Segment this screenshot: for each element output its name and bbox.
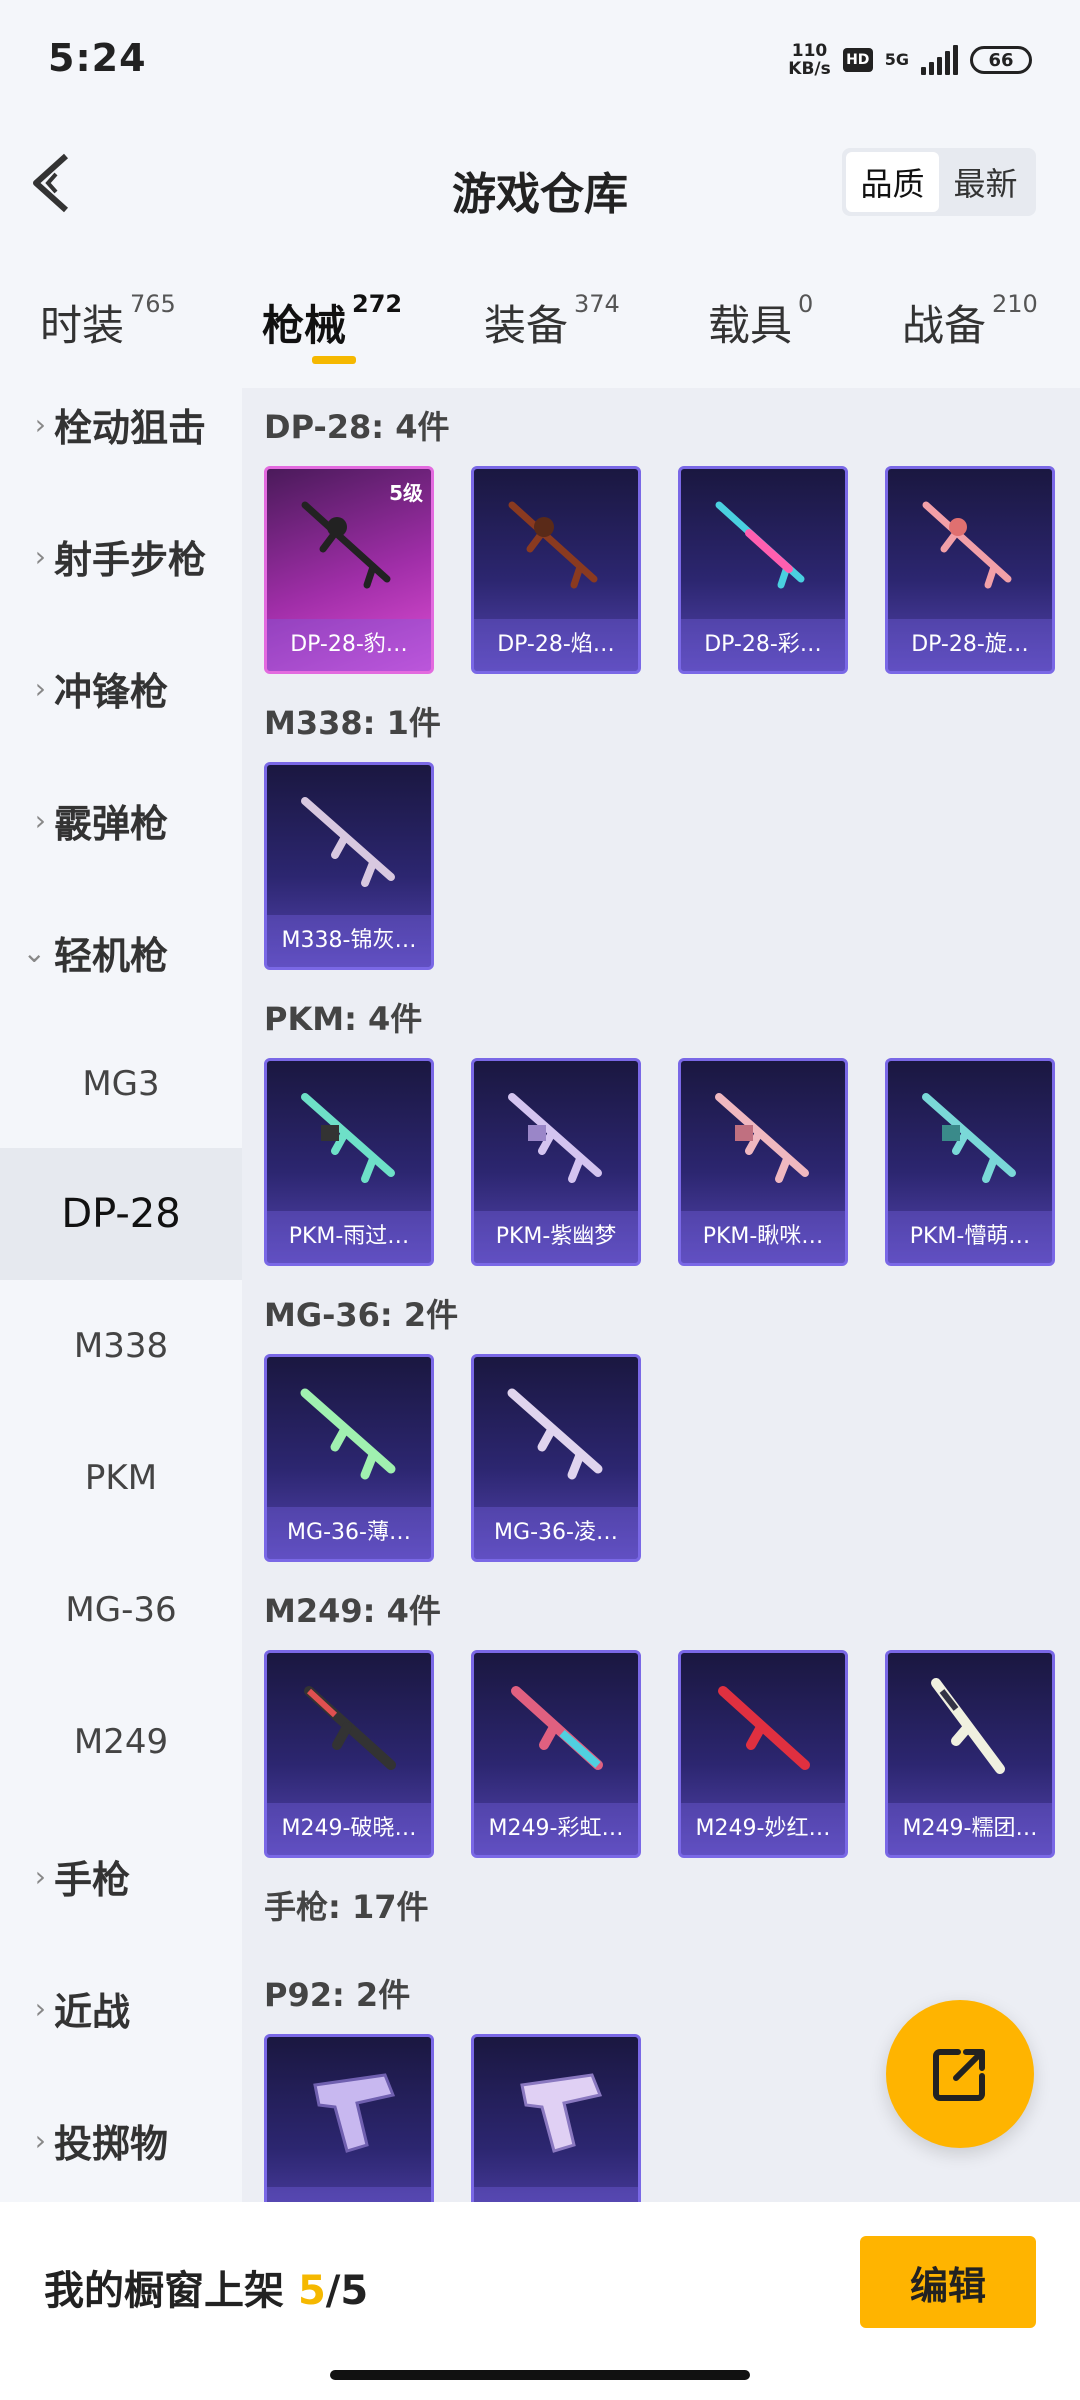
rifle-icon [931, 1678, 1005, 1774]
weapon-card[interactable] [264, 2034, 434, 2202]
network-type: 5G [884, 50, 909, 69]
chevron-right-icon: › [34, 407, 46, 441]
weapon-card[interactable]: MG-36-凌… [471, 1354, 641, 1562]
weapon-card[interactable]: MG-36-薄… [264, 1354, 434, 1562]
sidebar-subitem-m338[interactable]: M338 [0, 1280, 242, 1412]
level-badge: 5级 [389, 481, 423, 505]
rifle-icon [301, 1093, 395, 1183]
battery-icon: 66 [970, 46, 1032, 74]
network-speed: 110 KB/s [788, 41, 831, 79]
showcase-status: 我的橱窗上架 5/5 [44, 2268, 369, 2314]
hd-icon: HD [842, 48, 873, 72]
chevron-right-icon: › [34, 539, 46, 573]
weapon-card[interactable]: PKM-瞅咪… [678, 1058, 848, 1266]
sidebar-item-bolt-sniper[interactable]: › 栓动狙击 [0, 358, 242, 490]
chevron-right-icon: › [34, 1859, 46, 1893]
weapon-card[interactable] [471, 2034, 641, 2202]
sort-newest-button[interactable]: 最新 [939, 152, 1032, 212]
weapon-card[interactable]: 5级 DP-28-豹… [264, 466, 434, 674]
section-title: P92: 2件 [264, 1976, 411, 2014]
sidebar-item-lmg[interactable]: ⌄ 轻机枪 [0, 886, 242, 1018]
section-title: 手枪: 17件 [264, 1888, 429, 1926]
signal-icon [921, 45, 958, 75]
sidebar-subitem-pkm[interactable]: PKM [0, 1412, 242, 1544]
sidebar-item-dmr[interactable]: › 射手步枪 [0, 490, 242, 622]
home-indicator[interactable] [330, 2370, 750, 2380]
weapon-list: DP-28: 4件 5级 DP-28-豹… DP-28-焰… DP-28-彩… … [242, 388, 1080, 2202]
tab-weapons[interactable]: 枪械 272 [262, 290, 402, 353]
tab-vehicles[interactable]: 载具 0 [708, 290, 813, 353]
rifle-icon [508, 501, 598, 589]
chevron-right-icon: › [34, 1991, 46, 2025]
weapon-card[interactable]: PKM-紫幽梦 [471, 1058, 641, 1266]
active-tab-indicator [312, 356, 356, 364]
weapon-card[interactable]: M249-破晓… [264, 1650, 434, 1858]
chevron-down-icon: ⌄ [22, 935, 46, 969]
section-title: M249: 4件 [264, 1592, 441, 1630]
weapon-card[interactable]: M249-彩虹… [471, 1650, 641, 1858]
sidebar-item-throwable[interactable]: › 投掷物 [0, 2074, 242, 2206]
sort-quality-button[interactable]: 品质 [846, 152, 939, 212]
rifle-icon [304, 1686, 396, 1770]
rifle-icon [507, 1388, 603, 1480]
rifle-icon [301, 797, 395, 887]
sidebar-subitem-dp28[interactable]: DP-28 [0, 1148, 242, 1280]
status-bar: 5:24 110 KB/s HD 5G 66 [0, 0, 1080, 120]
pistol-icon [520, 2073, 603, 2153]
bottom-bar: 我的橱窗上架 5/5 编辑 [0, 2202, 1080, 2400]
chevron-right-icon: › [34, 2123, 46, 2157]
section-title: M338: 1件 [264, 704, 441, 742]
sidebar-item-melee[interactable]: › 近战 [0, 1942, 242, 2074]
sidebar-subitem-mg36[interactable]: MG-36 [0, 1544, 242, 1676]
sidebar-subitem-m249[interactable]: M249 [0, 1676, 242, 1808]
sidebar-subitem-mg3[interactable]: MG3 [0, 1018, 242, 1150]
weapon-card[interactable]: M249-糯团… [885, 1650, 1055, 1858]
weapon-card[interactable]: DP-28-彩… [678, 466, 848, 674]
rifle-icon [718, 1686, 810, 1770]
sidebar-item-pistol[interactable]: › 手枪 [0, 1810, 242, 1942]
sidebar: › 栓动狙击 › 射手步枪 › 冲锋枪 › 霰弹枪 ⌄ 轻机枪 MG3 DP-28 M33… [0, 382, 242, 2202]
chevron-right-icon: › [34, 671, 46, 705]
tab-equipment[interactable]: 装备 374 [484, 290, 620, 353]
sidebar-item-shotgun[interactable]: › 霰弹枪 [0, 754, 242, 886]
status-time: 5:24 [48, 36, 147, 80]
share-icon [933, 2049, 985, 2101]
rifle-icon [922, 1093, 1016, 1183]
weapon-card[interactable]: PKM-懵萌… [885, 1058, 1055, 1266]
weapon-card[interactable]: DP-28-焰… [471, 466, 641, 674]
sidebar-item-smg[interactable]: › 冲锋枪 [0, 622, 242, 754]
rifle-icon [715, 501, 805, 589]
weapon-card[interactable]: DP-28-旋… [885, 466, 1055, 674]
rifle-icon [508, 1093, 602, 1183]
pistol-icon [313, 2073, 396, 2153]
section-title: PKM: 4件 [264, 1000, 423, 1038]
weapon-card[interactable]: M338-锦灰… [264, 762, 434, 970]
tab-supplies[interactable]: 战备 210 [902, 290, 1038, 353]
section-title: MG-36: 2件 [264, 1296, 459, 1334]
rifle-icon [511, 1686, 603, 1770]
tab-fashion[interactable]: 时装 765 [40, 290, 176, 353]
rifle-icon [300, 1388, 396, 1480]
rifle-icon [922, 501, 1012, 589]
header: 游戏仓库 品质 最新 [0, 120, 1080, 250]
edit-button[interactable]: 编辑 [860, 2236, 1036, 2328]
weapon-card[interactable]: M249-妙红… [678, 1650, 848, 1858]
sort-toggle: 品质 最新 [842, 148, 1036, 216]
share-button[interactable] [886, 2000, 1034, 2148]
status-icons: 110 KB/s HD 5G 66 [788, 40, 1032, 80]
rifle-icon [715, 1093, 809, 1183]
section-title: DP-28: 4件 [264, 408, 450, 446]
chevron-right-icon: › [34, 803, 46, 837]
weapon-card[interactable]: PKM-雨过… [264, 1058, 434, 1266]
